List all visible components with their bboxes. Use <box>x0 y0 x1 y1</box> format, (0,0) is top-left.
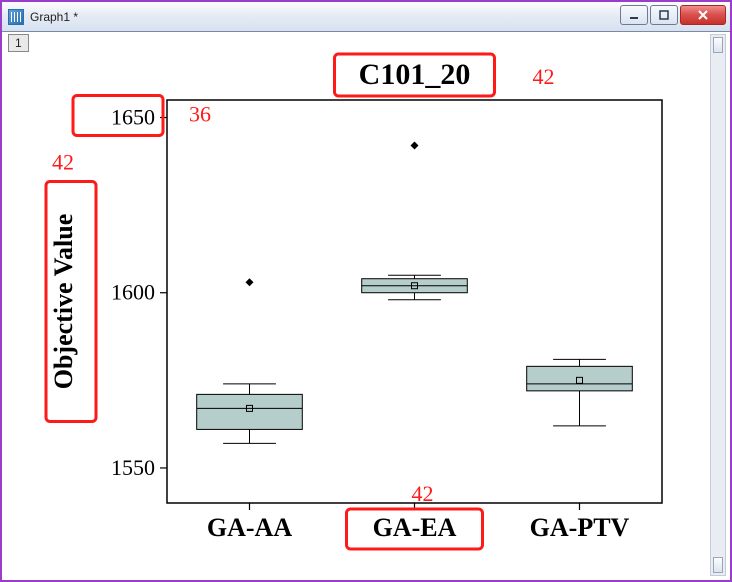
annotation-label: 42 <box>533 64 555 89</box>
ytick-label: 1600 <box>111 280 155 305</box>
chart: 1550 1600 1650 GA-AA GA-EA GA-PTV C101_20 Objec… <box>22 48 702 568</box>
vertical-scrollbar[interactable] <box>710 34 726 576</box>
annotation-label: 42 <box>52 150 74 175</box>
ytick-label: 1650 <box>111 105 155 130</box>
maximize-button[interactable] <box>650 5 678 25</box>
annotation-label: 42 <box>412 481 434 506</box>
window-title: Graph1 * <box>30 10 78 24</box>
close-button[interactable] <box>680 5 726 25</box>
box <box>197 394 303 429</box>
xtick-label: GA-AA <box>207 513 292 542</box>
outlier <box>246 278 254 286</box>
xtick-label: GA-PTV <box>530 513 630 542</box>
plot-frame <box>167 100 662 503</box>
window-titlebar: Graph1 * <box>2 2 730 32</box>
ytick-label: 1550 <box>111 455 155 480</box>
chart-title: C101_20 <box>359 58 471 91</box>
minimize-button[interactable] <box>620 5 648 25</box>
chart-svg: 1550 1600 1650 GA-AA GA-EA GA-PTV C101_20 Objec… <box>22 48 702 568</box>
box <box>527 366 633 391</box>
annotation-label: 36 <box>189 102 211 127</box>
outlier <box>411 142 419 150</box>
y-axis-label: Objective Value <box>49 214 78 390</box>
app-icon <box>8 9 24 25</box>
window-controls <box>620 5 726 25</box>
xtick-label: GA-EA <box>373 513 457 542</box>
